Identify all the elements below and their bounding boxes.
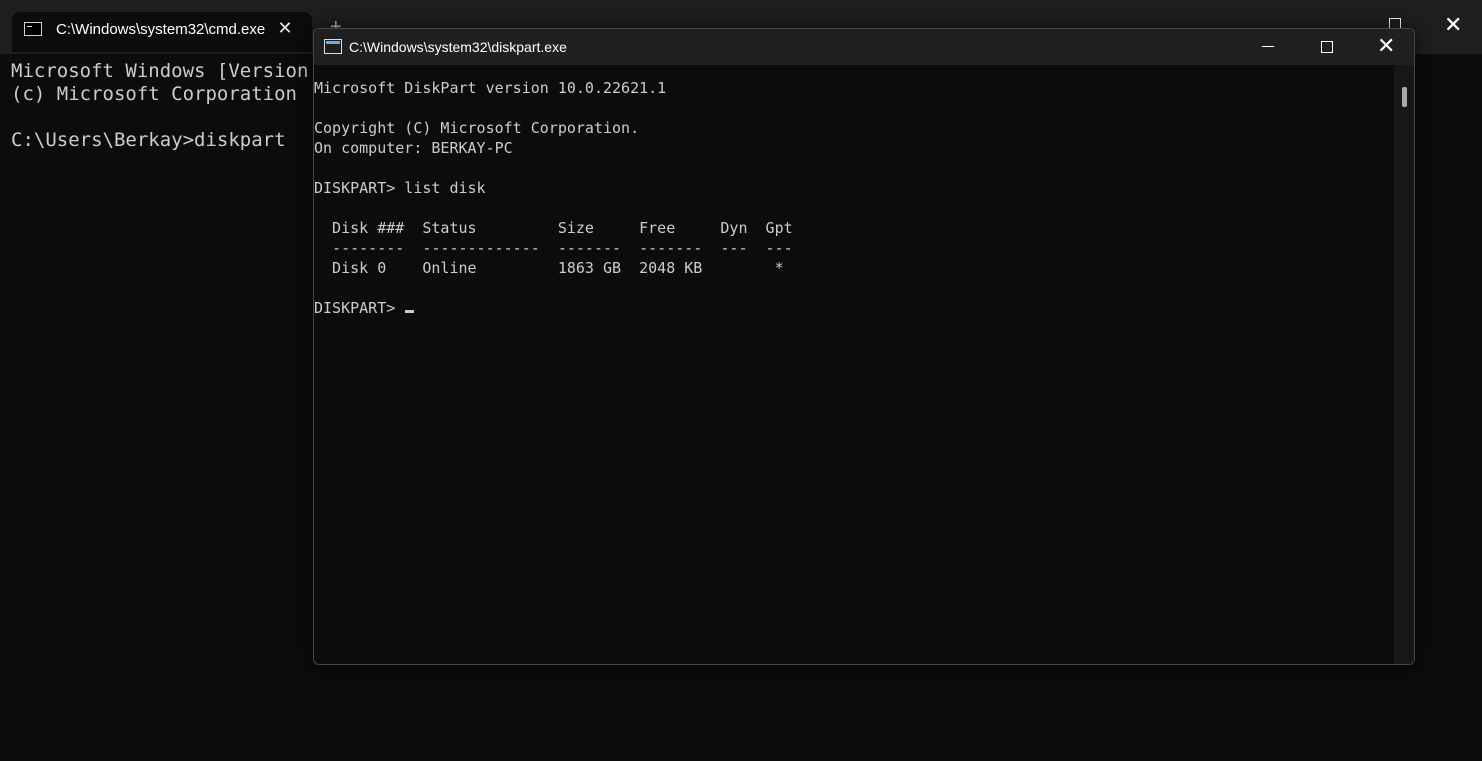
maximize-icon[interactable] bbox=[1321, 41, 1333, 53]
console-line: C:\Users\Berkay>diskpart bbox=[11, 129, 286, 151]
diskpart-titlebar[interactable]: C:\Windows\system32\diskpart.exe ✕ bbox=[314, 29, 1414, 65]
scrollbar-thumb[interactable] bbox=[1402, 87, 1407, 107]
console-line: (c) Microsoft Corporation bbox=[11, 83, 297, 105]
close-icon[interactable]: ✕ bbox=[1377, 34, 1395, 58]
console-line: On computer: BERKAY-PC bbox=[314, 139, 513, 157]
disk-table-separator: -------- ------------- ------- ------- -… bbox=[314, 239, 793, 257]
console-icon bbox=[324, 39, 342, 54]
tab-title: C:\Windows\system32\cmd.exe bbox=[56, 21, 266, 38]
text-cursor bbox=[405, 310, 415, 313]
diskpart-window: C:\Windows\system32\diskpart.exe ✕ Micro… bbox=[313, 28, 1415, 665]
console-line: Microsoft DiskPart version 10.0.22621.1 bbox=[314, 79, 667, 97]
prompt-line[interactable]: DISKPART> bbox=[314, 298, 1389, 318]
terminal-close-icon[interactable]: ✕ bbox=[1444, 12, 1462, 38]
console-icon bbox=[24, 22, 42, 36]
window-title: C:\Windows\system32\diskpart.exe bbox=[349, 39, 567, 55]
console-line: Microsoft Windows [Version bbox=[11, 60, 309, 82]
disk-table-row: Disk 0 Online 1863 GB 2048 KB * bbox=[314, 259, 784, 277]
diskpart-console-output[interactable]: Microsoft DiskPart version 10.0.22621.1 … bbox=[314, 78, 1389, 658]
console-line: DISKPART> list disk bbox=[314, 179, 486, 197]
tab-close-icon[interactable]: ✕ bbox=[276, 18, 294, 38]
vertical-scrollbar[interactable] bbox=[1394, 65, 1414, 664]
disk-table-header: Disk ### Status Size Free Dyn Gpt bbox=[314, 219, 793, 237]
terminal-tab-cmd[interactable]: C:\Windows\system32\cmd.exe ✕ bbox=[12, 12, 312, 52]
terminal-console-output[interactable]: Microsoft Windows [Version (c) Microsoft … bbox=[11, 60, 308, 152]
prompt-text: DISKPART> bbox=[314, 299, 405, 317]
minimize-icon[interactable] bbox=[1262, 46, 1274, 47]
console-line: Copyright (C) Microsoft Corporation. bbox=[314, 119, 640, 137]
